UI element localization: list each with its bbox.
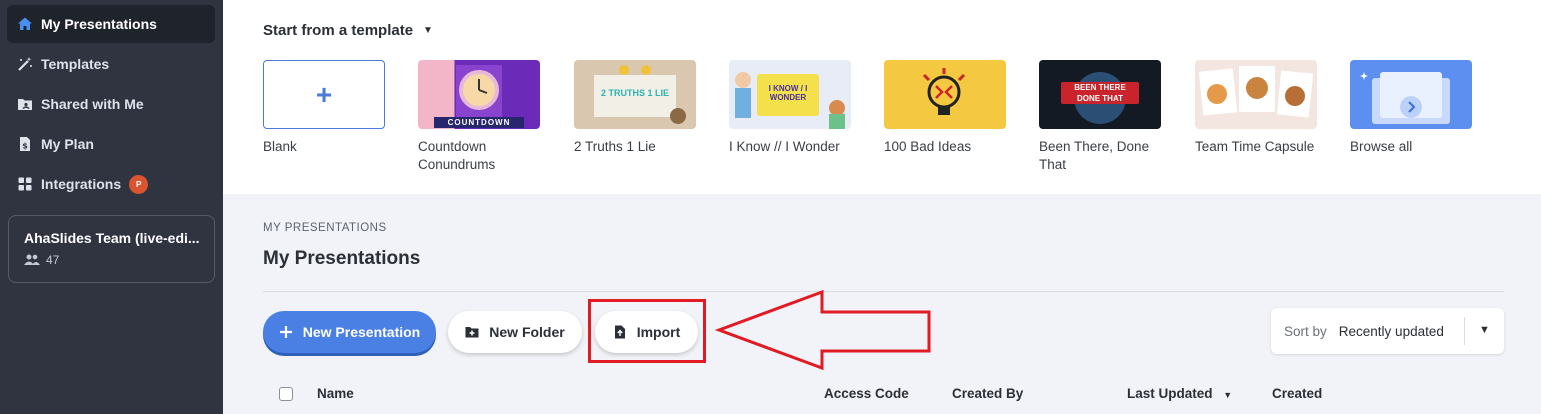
team-name: AhaSlides Team (live-edi... [24,230,200,246]
annotation-arrow [714,289,931,371]
sidebar-item-templates[interactable]: Templates [7,45,215,83]
sort-dropdown[interactable]: Sort by Recently updated ▼ [1271,308,1504,354]
document-dollar-icon: $ [17,136,33,152]
sidebar-item-my-presentations[interactable]: My Presentations [7,5,215,43]
sidebar-item-label: Shared with Me [41,96,144,112]
team-member-count: 47 [46,253,60,267]
sidebar-item-integrations[interactable]: Integrations P [7,165,215,203]
sidebar: My Presentations Templates Shared with M… [0,0,223,414]
caret-down-icon[interactable]: ▼ [1479,324,1490,336]
powerpoint-icon: P [129,174,149,194]
template-thumbnail [1195,60,1317,129]
plus-icon [279,325,293,339]
sidebar-item-label: Integrations [41,176,122,192]
new-presentation-button[interactable]: New Presentation [263,311,436,353]
sort-desc-icon: ▼ [1223,390,1233,400]
thumbnail-caption: 2 TRUTHS 1 LIE [600,88,669,98]
sidebar-item-my-plan[interactable]: $ My Plan [7,125,215,163]
column-header-last-updated[interactable]: Last Updated ▼ [1127,386,1232,401]
new-folder-button[interactable]: New Folder [448,311,582,353]
column-header-access-code[interactable]: Access Code [824,386,909,401]
template-thumbnail: BEEN THERE DONE THAT [1039,60,1161,129]
column-header-created-by[interactable]: Created By [952,386,1023,401]
caret-down-icon: ▼ [423,25,433,36]
template-label: I Know // I Wonder [729,139,840,154]
template-card-2-truths[interactable]: 2 TRUTHS 1 LIE 2 Truths 1 Lie [574,60,696,156]
template-label: 100 Bad Ideas [884,139,972,154]
sidebar-item-label: My Plan [41,136,94,152]
template-label: Countdown Conundrums [418,139,496,172]
template-thumbnail [1350,60,1472,129]
team-card[interactable]: AhaSlides Team (live-edi... 47 [8,215,215,283]
template-thumbnail [884,60,1006,129]
template-label: Blank [263,139,297,154]
sort-value: Recently updated [1338,323,1444,339]
column-header-label: Last Updated [1127,386,1213,401]
sidebar-item-label: My Presentations [41,16,157,32]
team-members: 47 [24,253,199,267]
page-title: My Presentations [263,248,421,269]
new-presentation-label: New Presentation [302,324,421,340]
template-label: 2 Truths 1 Lie [574,139,656,154]
template-card-countdown[interactable]: COUNTDOWN Countdown Conundrums [418,60,540,174]
people-icon [24,254,40,265]
grid-icon [17,176,33,192]
thumbnail-caption: COUNTDOWN [447,118,511,127]
template-card-100-bad-ideas[interactable]: 100 Bad Ideas [884,60,1006,156]
column-header-name[interactable]: Name [317,386,354,401]
template-thumbnail: 2 TRUTHS 1 LIE [574,60,696,129]
sidebar-item-label: Templates [41,56,110,72]
divider [1464,317,1465,345]
template-header[interactable]: Start from a template ▼ [263,22,433,39]
annotation-highlight-box [588,299,706,363]
template-card-team-time-capsule[interactable]: Team Time Capsule [1195,60,1317,156]
magic-wand-icon [17,56,33,72]
template-card-i-know-i-wonder[interactable]: I KNOW / I WONDER I Know // I Wonder [729,60,851,156]
section-eyebrow: MY PRESENTATIONS [263,222,387,234]
sort-label: Sort by [1284,323,1327,339]
template-section: Start from a template ▼ + Blank COUNTDOW… [223,0,1541,194]
template-thumbnail: I KNOW / I WONDER [729,60,851,129]
template-label: Team Time Capsule [1195,139,1315,154]
column-header-created[interactable]: Created [1272,386,1322,401]
folder-plus-icon [465,325,479,339]
select-all-checkbox[interactable] [279,387,293,401]
new-folder-label: New Folder [489,324,565,340]
thumbnail-caption: BEEN THERE DONE THAT [1074,83,1126,103]
template-thumbnail: COUNTDOWN [418,60,540,129]
thumbnail-caption: I KNOW / I WONDER [768,84,808,102]
plus-icon: + [263,60,385,129]
template-header-label: Start from a template [263,22,414,39]
template-card-been-there[interactable]: BEEN THERE DONE THAT Been There, Done Th… [1039,60,1161,174]
template-card-browse-all[interactable]: Browse all [1350,60,1472,156]
svg-text:$: $ [22,142,28,151]
sidebar-item-shared-with-me[interactable]: Shared with Me [7,85,215,123]
shared-folder-icon [17,96,33,112]
template-card-blank[interactable]: + Blank [263,60,385,156]
template-label: Browse all [1350,139,1413,154]
template-label: Been There, Done That [1039,139,1150,172]
home-icon [17,16,33,32]
